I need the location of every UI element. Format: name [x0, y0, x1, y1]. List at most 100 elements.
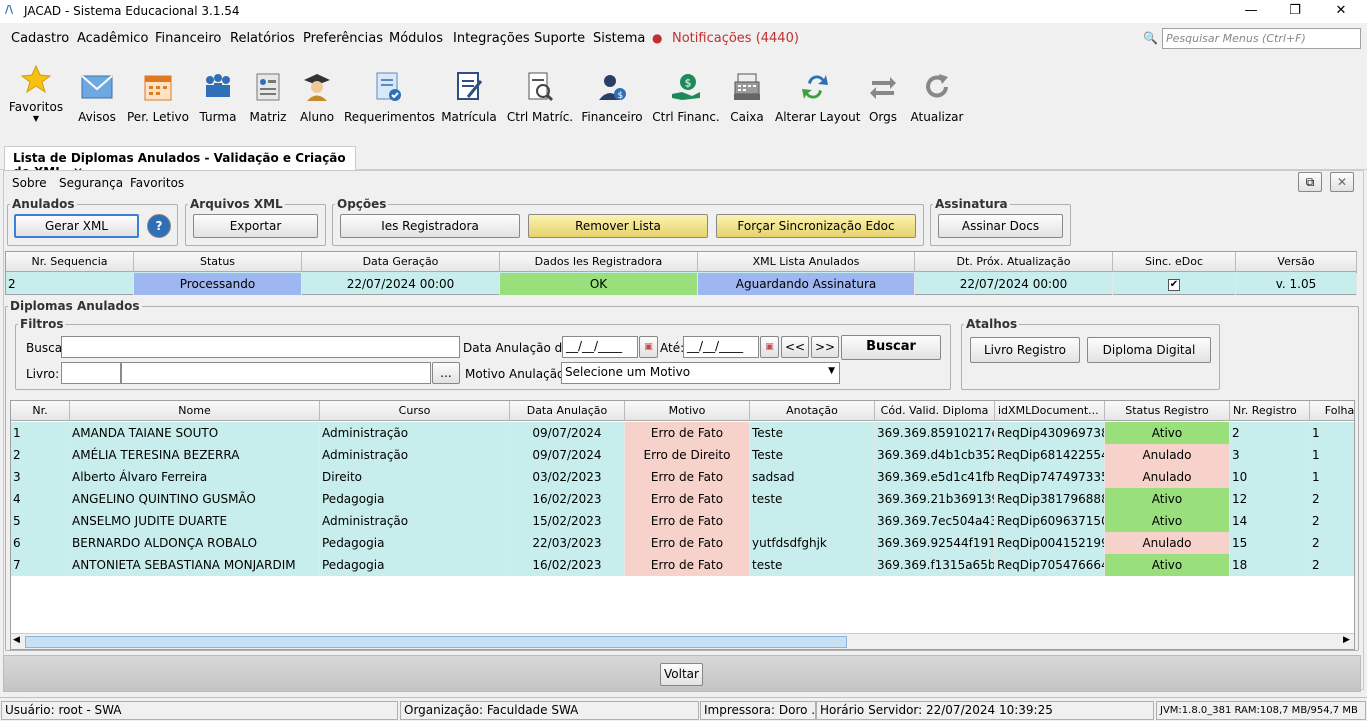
- toolbar-avisos[interactable]: Avisos: [72, 56, 122, 124]
- column-header[interactable]: idXMLDocument...: [995, 401, 1105, 421]
- column-header[interactable]: Folha: [1310, 401, 1354, 421]
- toolbar-alterar-layout[interactable]: Alterar Layout: [775, 56, 860, 124]
- scrollbar-thumb[interactable]: [25, 636, 847, 648]
- table-cell[interactable]: 369.369.f1315a65bab6: [875, 554, 995, 576]
- column-header[interactable]: Curso: [320, 401, 510, 421]
- status-cell[interactable]: Aguardando Assinatura: [698, 273, 915, 295]
- table-cell[interactable]: 18: [1230, 554, 1310, 576]
- table-cell[interactable]: yutfdsdfghjk: [750, 532, 875, 554]
- column-header[interactable]: Nr. Registro: [1230, 401, 1310, 421]
- table-cell[interactable]: 1: [1310, 466, 1354, 488]
- motivo-cell[interactable]: Erro de Fato: [625, 466, 750, 488]
- toolbar-turma[interactable]: Turma: [195, 56, 241, 124]
- column-header[interactable]: Status: [134, 252, 302, 272]
- table-row[interactable]: 3 Alberto Álvaro Ferreira Direito 03/02/202…: [11, 466, 1354, 488]
- table-cell[interactable]: Alberto Álvaro Ferreira: [70, 466, 320, 488]
- help-icon[interactable]: ?: [147, 214, 171, 238]
- close-panel-button[interactable]: ✕: [1330, 172, 1354, 192]
- data-de-input[interactable]: __/__/____: [562, 336, 638, 358]
- table-cell[interactable]: 09/07/2024: [510, 422, 625, 444]
- status-registro-cell[interactable]: Ativo: [1105, 510, 1230, 532]
- table-cell[interactable]: 1: [11, 422, 70, 444]
- toolbar-per-letivo[interactable]: Per. Letivo: [127, 56, 189, 124]
- table-cell[interactable]: 4: [11, 488, 70, 510]
- maximize-button[interactable]: ❐: [1280, 2, 1310, 20]
- status-registro-cell[interactable]: Anulado: [1105, 532, 1230, 554]
- buscar-button[interactable]: Buscar: [841, 335, 941, 360]
- table-cell[interactable]: Administração: [320, 510, 510, 532]
- table-cell[interactable]: Administração: [320, 422, 510, 444]
- table-cell[interactable]: 3: [1230, 444, 1310, 466]
- status-registro-cell[interactable]: Ativo: [1105, 488, 1230, 510]
- column-header[interactable]: Data Anulação: [510, 401, 625, 421]
- horizontal-scrollbar[interactable]: ◀ ▶: [11, 633, 1354, 649]
- ies-registradora-button[interactable]: Ies Registradora: [340, 214, 520, 238]
- detach-window-button[interactable]: ⧉: [1298, 172, 1322, 192]
- status-registro-cell[interactable]: Ativo: [1105, 554, 1230, 576]
- table-cell[interactable]: 16/02/2023: [510, 554, 625, 576]
- toolbar-matricula[interactable]: Matrícula: [440, 56, 498, 124]
- column-header[interactable]: Versão: [1236, 252, 1357, 272]
- table-cell[interactable]: ReqDip3817968883...: [995, 488, 1105, 510]
- forcar-sincronizacao-button[interactable]: Forçar Sincronização Edoc: [716, 214, 916, 238]
- table-cell[interactable]: 2: [1230, 422, 1310, 444]
- menu-financeiro[interactable]: Financeiro: [155, 31, 221, 46]
- status-cell[interactable]: Processando: [134, 273, 302, 295]
- table-cell[interactable]: 5: [11, 510, 70, 532]
- table-cell[interactable]: AMÉLIA TERESINA BEZERRA: [70, 444, 320, 466]
- toolbar-requerimentos[interactable]: Requerimentos: [344, 56, 435, 124]
- ok-cell[interactable]: OK: [500, 273, 698, 295]
- sinc-edoc-checkbox[interactable]: ✔: [1113, 273, 1236, 295]
- table-cell[interactable]: v. 1.05: [1236, 273, 1357, 295]
- table-cell[interactable]: Pedagogia: [320, 532, 510, 554]
- table-cell[interactable]: Pedagogia: [320, 554, 510, 576]
- livro-name-input[interactable]: [121, 362, 431, 384]
- status-registro-cell[interactable]: Ativo: [1105, 422, 1230, 444]
- notifications-link[interactable]: Notificações (4440): [672, 31, 799, 46]
- table-cell[interactable]: 369.369.7ec504a43bc4: [875, 510, 995, 532]
- table-cell[interactable]: Pedagogia: [320, 488, 510, 510]
- submenu-seguranca[interactable]: Segurança: [59, 176, 123, 190]
- column-header[interactable]: XML Lista Anulados: [698, 252, 915, 272]
- table-cell[interactable]: ReqDip7054766647...: [995, 554, 1105, 576]
- livro-lookup-button[interactable]: ...: [432, 362, 460, 384]
- toolbar-atualizar[interactable]: Atualizar: [910, 56, 964, 124]
- table-cell[interactable]: sadsad: [750, 466, 875, 488]
- livro-code-input[interactable]: [61, 362, 121, 384]
- table-cell[interactable]: Teste: [750, 444, 875, 466]
- table-cell[interactable]: ReqDip0041521992...: [995, 532, 1105, 554]
- table-cell[interactable]: 14: [1230, 510, 1310, 532]
- column-header[interactable]: Nr.: [11, 401, 70, 421]
- toolbar-matriz[interactable]: Matriz: [246, 56, 290, 124]
- toolbar-financeiro[interactable]: $ Financeiro: [581, 56, 643, 124]
- menu-modulos[interactable]: Módulos: [389, 31, 443, 46]
- table-cell[interactable]: 16/02/2023: [510, 488, 625, 510]
- table-cell[interactable]: 3: [11, 466, 70, 488]
- assinar-docs-button[interactable]: Assinar Docs: [938, 214, 1063, 238]
- table-cell[interactable]: 2: [11, 444, 70, 466]
- table-cell[interactable]: 369.369.85910217e41f: [875, 422, 995, 444]
- calendar-picker-icon[interactable]: ▣: [639, 336, 658, 358]
- column-header[interactable]: Motivo: [625, 401, 750, 421]
- table-cell[interactable]: 6: [11, 532, 70, 554]
- remover-lista-button[interactable]: Remover Lista: [528, 214, 708, 238]
- table-cell[interactable]: ReqDip7474973359...: [995, 466, 1105, 488]
- column-header[interactable]: Status Registro: [1105, 401, 1230, 421]
- submenu-sobre[interactable]: Sobre: [12, 176, 47, 190]
- status-registro-cell[interactable]: Anulado: [1105, 466, 1230, 488]
- table-row[interactable]: 1 AMANDA TAIANE SOUTO Administração 09/07/2…: [11, 422, 1354, 444]
- table-cell[interactable]: ANSELMO JUDITE DUARTE: [70, 510, 320, 532]
- table-cell[interactable]: 7: [11, 554, 70, 576]
- table-row[interactable]: 4 ANGELINO QUINTINO GUSMÃO Pedagogia 16/02/…: [11, 488, 1354, 510]
- motivo-cell[interactable]: Erro de Fato: [625, 488, 750, 510]
- busca-input[interactable]: [61, 336, 460, 358]
- table-cell[interactable]: Administração: [320, 444, 510, 466]
- table-cell[interactable]: ANGELINO QUINTINO GUSMÃO: [70, 488, 320, 510]
- table-cell[interactable]: 369.369.21b369139c16: [875, 488, 995, 510]
- table-cell[interactable]: [750, 510, 875, 532]
- table-cell[interactable]: Direito: [320, 466, 510, 488]
- table-cell[interactable]: 22/07/2024 00:00: [302, 273, 500, 295]
- toolbar-ctrl-matric[interactable]: Ctrl Matríc.: [506, 56, 574, 124]
- table-cell[interactable]: BERNARDO ALDONÇA ROBALO: [70, 532, 320, 554]
- table-cell[interactable]: ANTONIETA SEBASTIANA MONJARDIM: [70, 554, 320, 576]
